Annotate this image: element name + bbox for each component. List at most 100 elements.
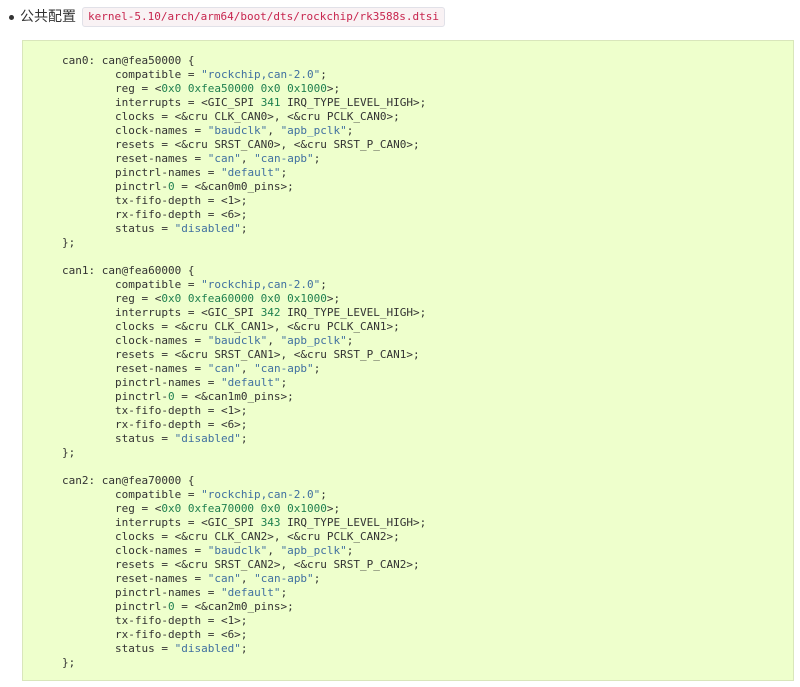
code-token: }; — [62, 656, 76, 669]
code-line: reset-names = "can", "can-apb"; — [62, 152, 793, 166]
code-line: status = "disabled"; — [62, 642, 793, 656]
bullet-icon — [9, 14, 14, 20]
code-line: reg = <0x0 0xfea50000 0x0 0x1000>; — [62, 82, 793, 96]
code-token: interrupts = <GIC_SPI — [62, 96, 261, 109]
code-token: ; — [320, 68, 327, 81]
code-token: "default" — [220, 586, 281, 599]
code-token: IRQ_TYPE_LEVEL_HIGH>; — [280, 96, 427, 109]
code-line: compatible = "rockchip,can-2.0"; — [62, 488, 793, 502]
code-token: pinctrl- — [62, 390, 168, 403]
code-line: resets = <&cru SRST_CAN2>, <&cru SRST_P_… — [62, 558, 793, 572]
code-token: ; — [280, 166, 288, 179]
code-token: reset-names = — [62, 362, 208, 375]
code-token: reg = < — [62, 82, 162, 95]
section-header: 公共配置 kernel-5.10/arch/arm64/boot/dts/roc… — [6, 6, 445, 28]
code-token: status = — [62, 432, 175, 445]
code-token: 0 — [167, 600, 175, 613]
code-token: 0 — [167, 180, 175, 193]
code-line: reg = <0x0 0xfea70000 0x0 0x1000>; — [62, 502, 793, 516]
code-token: "baudclk" — [207, 124, 268, 137]
code-token: "rockchip,can-2.0" — [201, 278, 321, 291]
code-token: interrupts = <GIC_SPI — [62, 306, 261, 319]
code-line: clocks = <&cru CLK_CAN2>, <&cru PCLK_CAN… — [62, 530, 793, 544]
section-title: 公共配置 — [20, 9, 76, 25]
code-token: clock-names = — [62, 334, 208, 347]
code-token: "can" — [207, 572, 241, 585]
code-token: "default" — [220, 376, 281, 389]
code-token: , — [240, 362, 255, 375]
code-token: clock-names = — [62, 544, 208, 557]
code-token: 0 — [167, 390, 175, 403]
code-line: tx-fifo-depth = <1>; — [62, 404, 793, 418]
code-line: clocks = <&cru CLK_CAN1>, <&cru PCLK_CAN… — [62, 320, 793, 334]
code-line: compatible = "rockchip,can-2.0"; — [62, 278, 793, 292]
code-token: , — [267, 334, 281, 347]
code-token: reset-names = — [62, 152, 208, 165]
code-line: clocks = <&cru CLK_CAN0>, <&cru PCLK_CAN… — [62, 110, 793, 124]
code-line: status = "disabled"; — [62, 222, 793, 236]
code-token: "apb_pclk" — [280, 124, 347, 137]
code-line: can0: can@fea50000 { — [62, 54, 793, 68]
code-token: , — [240, 152, 255, 165]
code-line: pinctrl-names = "default"; — [62, 166, 793, 180]
code-token: can2: can@fea70000 { — [62, 474, 195, 487]
file-path-code: kernel-5.10/arch/arm64/boot/dts/rockchip… — [82, 7, 445, 27]
code-line: }; — [62, 656, 793, 670]
code-token: resets = <&cru SRST_CAN1>, <&cru SRST_P_… — [62, 348, 420, 361]
code-token: "disabled" — [174, 432, 241, 445]
code-token: pinctrl- — [62, 180, 168, 193]
code-line: }; — [62, 446, 793, 460]
code-line: status = "disabled"; — [62, 432, 793, 446]
code-token: compatible = — [62, 488, 202, 501]
code-line: rx-fifo-depth = <6>; — [62, 208, 793, 222]
code-token: , — [240, 572, 255, 585]
code-token: reg = < — [62, 502, 162, 515]
code-token: }; — [62, 446, 76, 459]
code-line: pinctrl-names = "default"; — [62, 586, 793, 600]
code-token: 0x0 0xfea60000 0x0 0x1000 — [161, 292, 327, 305]
code-token: rx-fifo-depth = <6>; — [62, 418, 248, 431]
code-token: >; — [326, 292, 341, 305]
code-token: 343 — [260, 516, 281, 529]
code-token: ; — [320, 488, 327, 501]
code-token: ; — [240, 642, 248, 655]
code-token: tx-fifo-depth = <1>; — [62, 404, 248, 417]
code-token: reset-names = — [62, 572, 208, 585]
code-line: can2: can@fea70000 { — [62, 474, 793, 488]
code-token: "rockchip,can-2.0" — [201, 68, 321, 81]
code-token: "disabled" — [174, 642, 241, 655]
code-line: can1: can@fea60000 { — [62, 264, 793, 278]
code-line: clock-names = "baudclk", "apb_pclk"; — [62, 544, 793, 558]
code-token: ; — [346, 124, 354, 137]
code-token: , — [267, 544, 281, 557]
code-token: clocks = <&cru CLK_CAN1>, <&cru PCLK_CAN… — [62, 320, 400, 333]
code-token: clocks = <&cru CLK_CAN2>, <&cru PCLK_CAN… — [62, 530, 400, 543]
code-token: "can" — [207, 362, 241, 375]
code-token: tx-fifo-depth = <1>; — [62, 194, 248, 207]
code-token: "can-apb" — [254, 362, 314, 375]
code-token: IRQ_TYPE_LEVEL_HIGH>; — [280, 306, 427, 319]
code-line: rx-fifo-depth = <6>; — [62, 628, 793, 642]
code-line: interrupts = <GIC_SPI 343 IRQ_TYPE_LEVEL… — [62, 516, 793, 530]
code-token: >; — [326, 82, 341, 95]
code-block: can0: can@fea50000 { compatible = "rockc… — [22, 40, 794, 681]
code-token: 0x0 0xfea70000 0x0 0x1000 — [161, 502, 327, 515]
code-line: reset-names = "can", "can-apb"; — [62, 362, 793, 376]
code-token: tx-fifo-depth = <1>; — [62, 614, 248, 627]
code-line: reset-names = "can", "can-apb"; — [62, 572, 793, 586]
code-token: clocks = <&cru CLK_CAN0>, <&cru PCLK_CAN… — [62, 110, 400, 123]
code-token: pinctrl-names = — [62, 586, 221, 599]
code-token: 0x0 0xfea50000 0x0 0x1000 — [161, 82, 327, 95]
code-line: pinctrl-names = "default"; — [62, 376, 793, 390]
code-line: clock-names = "baudclk", "apb_pclk"; — [62, 124, 793, 138]
code-token: 342 — [260, 306, 281, 319]
code-token: "apb_pclk" — [280, 544, 347, 557]
code-token: interrupts = <GIC_SPI — [62, 516, 261, 529]
code-token: ; — [320, 278, 327, 291]
code-token: compatible = — [62, 278, 202, 291]
code-line: interrupts = <GIC_SPI 342 IRQ_TYPE_LEVEL… — [62, 306, 793, 320]
code-line: interrupts = <GIC_SPI 341 IRQ_TYPE_LEVEL… — [62, 96, 793, 110]
code-line: pinctrl-0 = <&can1m0_pins>; — [62, 390, 793, 404]
code-token: IRQ_TYPE_LEVEL_HIGH>; — [280, 516, 427, 529]
